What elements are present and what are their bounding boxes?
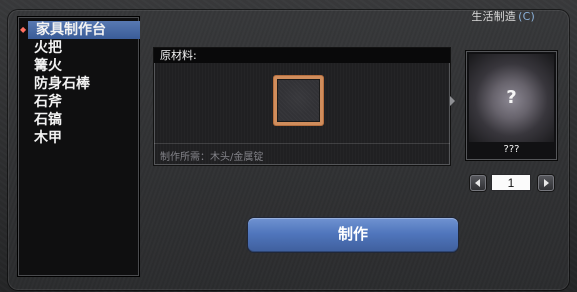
window-title-text: 生活制造 <box>471 10 517 23</box>
arrow-left-icon <box>475 179 480 187</box>
arrow-right-icon <box>544 179 549 187</box>
arrow-right-icon <box>450 96 455 106</box>
preview-image: ? <box>469 54 554 142</box>
material-requirement-text: 制作所需：木头/金属锭 <box>160 152 264 163</box>
unknown-item-icon: ? <box>506 87 517 108</box>
recipe-item-wooden-armor[interactable]: 木甲 <box>26 129 139 147</box>
quantity-increase-button[interactable] <box>538 175 554 191</box>
preview-item-name: ??? <box>503 144 520 155</box>
craft-button[interactable]: 制作 <box>248 218 458 252</box>
recipe-item-stone-pickaxe[interactable]: 石镐 <box>26 111 139 129</box>
recipe-item-label: 火把 <box>34 40 62 56</box>
material-slot[interactable] <box>274 76 323 125</box>
quantity-decrease-button[interactable] <box>470 175 486 191</box>
recipe-list: ◆ 家具制作台 火把 篝火 防身石棒 石斧 石镐 木甲 <box>18 17 140 276</box>
recipe-item-label: 防身石棒 <box>34 76 90 92</box>
recipe-item-label: 石斧 <box>34 94 62 110</box>
recipe-item-label: 木甲 <box>34 130 62 146</box>
materials-divider <box>154 143 450 144</box>
recipe-item-furniture-workbench[interactable]: ◆ 家具制作台 <box>20 21 140 39</box>
recipe-item-stone-axe[interactable]: 石斧 <box>26 93 139 111</box>
output-preview: ? ??? <box>466 51 557 160</box>
window-title-hotkey: (C) <box>518 10 535 23</box>
recipe-item-bonfire[interactable]: 篝火 <box>26 57 139 75</box>
window-title: 生活制造 (C) <box>471 8 535 24</box>
recipe-item-torch[interactable]: 火把 <box>26 39 139 57</box>
recipe-item-label: 篝火 <box>34 58 62 74</box>
materials-panel: 原材料: 制作所需：木头/金属锭 <box>154 48 450 165</box>
recipe-item-label: 石镐 <box>34 112 62 128</box>
recipe-item-stone-club[interactable]: 防身石棒 <box>26 75 139 93</box>
selection-marker-icon: ◆ <box>20 25 27 34</box>
quantity-input[interactable] <box>491 174 531 191</box>
recipe-item-label: 家具制作台 <box>36 22 106 38</box>
materials-header: 原材料: <box>154 48 450 63</box>
